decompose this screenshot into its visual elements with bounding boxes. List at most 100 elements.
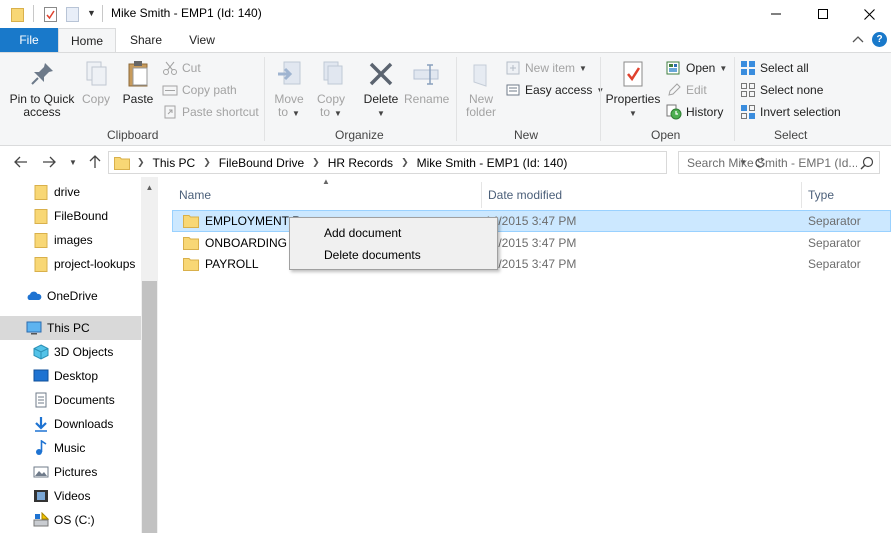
breadcrumb-separator[interactable]: ❯	[401, 157, 409, 168]
select-none-button[interactable]: Select none	[740, 80, 823, 100]
easy-access-button[interactable]: Easy access▼	[505, 80, 604, 100]
column-divider[interactable]	[481, 182, 482, 208]
scrollbar-thumb[interactable]	[142, 281, 157, 533]
search-input[interactable]	[687, 155, 857, 170]
folder-icon	[34, 185, 48, 200]
nav-item-label: Pictures	[54, 465, 98, 479]
select-all-button[interactable]: Select all	[740, 58, 809, 78]
properties-icon[interactable]	[44, 7, 57, 22]
copy-icon	[86, 61, 107, 86]
nav-item-desktop[interactable]: Desktop	[0, 364, 141, 388]
ribbon-group-divider	[734, 57, 735, 141]
tab-file[interactable]: File	[0, 28, 58, 52]
nav-item-label: images	[54, 233, 93, 247]
move-to-label-line2: to	[278, 105, 289, 119]
history-clock-icon	[666, 104, 682, 120]
pin-to-quick-access-button[interactable]: Pin to Quick access	[6, 59, 78, 119]
invert-selection-button[interactable]: Invert selection	[740, 102, 841, 122]
navigation-pane: drive FileBound images project-lookups O…	[0, 177, 158, 533]
nav-item-label: Desktop	[54, 369, 99, 383]
tab-view[interactable]: View	[176, 28, 228, 52]
breadcrumb-separator[interactable]: ❯	[137, 157, 145, 168]
copy-path-label: Copy path	[182, 83, 237, 97]
cut-button[interactable]: Cut	[162, 58, 201, 78]
invert-selection-label: Invert selection	[760, 105, 841, 119]
new-folder-button[interactable]: New folder	[462, 59, 500, 119]
breadcrumb-separator[interactable]: ❯	[312, 157, 320, 168]
column-header-date-modified[interactable]: Date modified	[488, 182, 788, 208]
breadcrumb-separator[interactable]: ❯	[203, 157, 211, 168]
column-header-type[interactable]: Type	[808, 182, 888, 208]
invert-selection-icon	[741, 105, 755, 119]
table-row[interactable]: EMPLOYMENT R 14/2015 3:47 PM Separator	[172, 210, 891, 232]
nav-item-os-c[interactable]: OS (C:)	[0, 508, 141, 532]
breadcrumb-this-pc[interactable]: This PC	[153, 156, 196, 170]
address-bar[interactable]: ❯ This PC ❯ FileBound Drive ❯ HR Records…	[108, 151, 765, 174]
nav-item-images[interactable]: images	[0, 228, 141, 252]
nav-item-videos[interactable]: Videos	[0, 484, 141, 508]
tab-home[interactable]: Home	[58, 28, 116, 52]
new-folder-label-line2: folder	[465, 105, 497, 119]
properties-button[interactable]: Properties ▼	[604, 59, 662, 120]
up-button[interactable]	[86, 153, 104, 171]
delete-button[interactable]: Delete ▼	[360, 59, 402, 120]
new-group-label: New	[514, 128, 539, 142]
scroll-up-button[interactable]: ▲	[141, 181, 158, 193]
move-to-button[interactable]: Move to ▼	[270, 59, 308, 120]
back-button[interactable]	[12, 153, 30, 171]
recent-locations-dropdown[interactable]: ▼	[64, 153, 82, 171]
nav-item-filebound[interactable]: FileBound	[0, 204, 141, 228]
context-menu-delete-documents[interactable]: Delete documents	[292, 244, 495, 266]
new-item-button[interactable]: New item ▼	[505, 58, 587, 78]
edit-button[interactable]: Edit	[666, 80, 707, 100]
window-title: Mike Smith - EMP1 (Id: 140)	[111, 6, 262, 20]
copy-to-icon	[323, 61, 343, 85]
picture-icon	[33, 466, 49, 478]
column-header-name[interactable]: Name	[179, 182, 479, 208]
nav-item-onedrive[interactable]: OneDrive	[0, 284, 141, 308]
forward-button[interactable]	[40, 153, 58, 171]
nav-item-project-lookups[interactable]: project-lookups	[0, 252, 141, 276]
nav-item-downloads[interactable]: Downloads	[0, 412, 141, 436]
nav-item-music[interactable]: Music	[0, 436, 141, 460]
customize-quick-access-dropdown[interactable]: ▼	[87, 8, 96, 18]
nav-pane-scrollbar[interactable]: ▲	[141, 177, 158, 533]
paste-shortcut-button[interactable]: Paste shortcut	[162, 102, 259, 122]
copy-to-button[interactable]: Copy to ▼	[312, 59, 350, 120]
pin-label-line2: access	[23, 105, 61, 119]
table-row[interactable]: ONBOARDING C 14/2015 3:47 PM Separator	[172, 232, 891, 254]
row-date-modified: 14/2015 3:47 PM	[485, 214, 577, 228]
open-button[interactable]: Open ▼	[666, 58, 727, 78]
column-divider[interactable]	[801, 182, 802, 208]
computer-icon	[26, 321, 42, 335]
breadcrumb-hr-records[interactable]: HR Records	[328, 156, 393, 170]
tab-share[interactable]: Share	[118, 28, 174, 52]
new-folder-icon[interactable]	[66, 7, 79, 22]
paste-button[interactable]: Paste	[118, 59, 158, 106]
breadcrumb-current-folder[interactable]: Mike Smith - EMP1 (Id: 140)	[417, 156, 568, 170]
address-bar-row: ▼ ❯ This PC ❯ FileBound Drive ❯ HR Recor…	[0, 147, 891, 177]
copy-button[interactable]: Copy	[78, 59, 114, 106]
nav-item-label: This PC	[47, 321, 90, 335]
maximize-button[interactable]	[800, 0, 846, 28]
context-menu-add-document[interactable]: Add document	[292, 222, 495, 244]
minimize-button[interactable]	[753, 0, 799, 28]
select-none-icon	[741, 83, 755, 97]
history-button[interactable]: History	[666, 102, 723, 122]
table-row[interactable]: PAYROLL 14/2015 3:47 PM Separator	[172, 253, 891, 275]
nav-item-pictures[interactable]: Pictures	[0, 460, 141, 484]
collapse-ribbon-icon[interactable]	[851, 33, 865, 47]
nav-item-3d-objects[interactable]: 3D Objects	[0, 340, 141, 364]
nav-item-documents[interactable]: Documents	[0, 388, 141, 412]
rename-button[interactable]: Rename	[404, 59, 449, 106]
help-button[interactable]: ?	[872, 32, 887, 47]
breadcrumb-filebound-drive[interactable]: FileBound Drive	[219, 156, 304, 170]
nav-item-this-pc[interactable]: This PC	[0, 316, 141, 340]
search-box[interactable]	[678, 151, 880, 174]
close-button[interactable]	[846, 0, 891, 28]
copy-path-button[interactable]: Copy path	[162, 80, 237, 100]
arrow-left-icon	[14, 156, 27, 168]
delete-label: Delete	[363, 92, 399, 106]
nav-item-drive[interactable]: drive	[0, 180, 141, 204]
row-type: Separator	[808, 257, 861, 271]
